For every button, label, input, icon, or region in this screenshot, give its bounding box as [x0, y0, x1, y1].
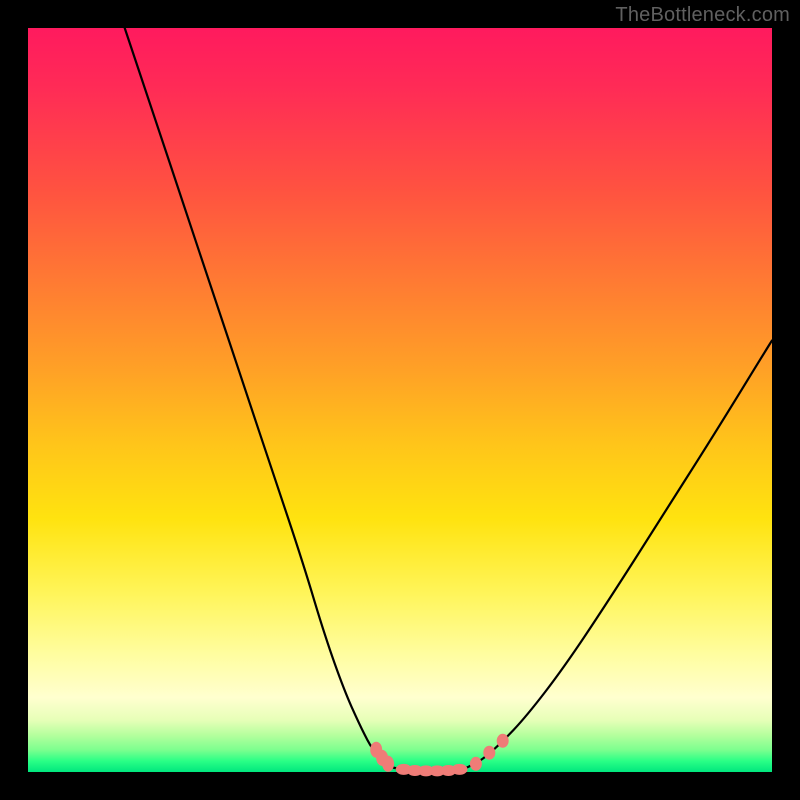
- bead: [497, 734, 509, 748]
- bead: [382, 756, 394, 772]
- chart-frame: TheBottleneck.com: [0, 0, 800, 800]
- plot-area: [28, 28, 772, 772]
- curve-line: [125, 28, 772, 771]
- bottleneck-curve: [28, 28, 772, 772]
- watermark-text: TheBottleneck.com: [615, 4, 790, 27]
- bead: [470, 757, 482, 771]
- trough-beads: [370, 734, 509, 777]
- bead: [452, 764, 468, 775]
- bead: [483, 746, 495, 760]
